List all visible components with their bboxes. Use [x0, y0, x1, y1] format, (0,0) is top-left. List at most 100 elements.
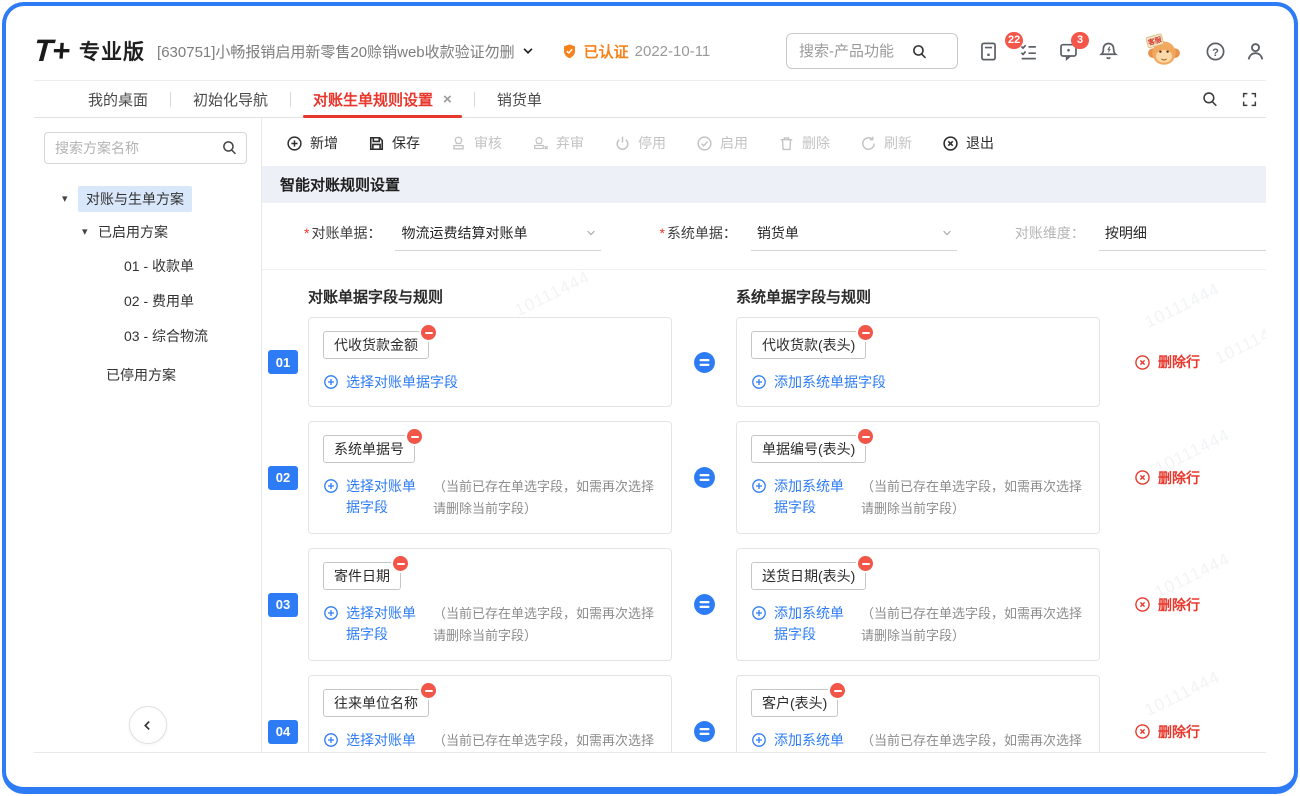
field-reconcile-doc: 对账单据： 物流运费结算对账单 — [304, 223, 601, 251]
action-toolbar: 新增 保存 审核 弃审 停用 — [262, 118, 1266, 166]
tab-my-desktop[interactable]: 我的桌面 — [84, 81, 152, 117]
scheme-search-input[interactable] — [44, 132, 247, 164]
remove-field-icon[interactable] — [419, 681, 438, 700]
field-tag: 客户(表头) — [751, 689, 838, 717]
tab-sales-order[interactable]: 销货单 — [493, 81, 546, 117]
tree-node-scheme-01[interactable]: 01 - 收款单 — [44, 248, 247, 283]
search-icon[interactable] — [221, 139, 238, 156]
field-tag: 代收货款(表头) — [751, 331, 866, 359]
certified-date: 2022-10-11 — [635, 43, 711, 60]
caret-down-icon[interactable]: ▾ — [62, 192, 78, 205]
delete-row-button[interactable]: 删除行 — [1110, 468, 1266, 488]
product-search-input[interactable] — [797, 42, 911, 61]
help-button[interactable]: ? — [1205, 41, 1226, 62]
tab-reconcile-rule-active[interactable]: 对账生单规则设置 × — [309, 81, 456, 117]
remove-field-icon[interactable] — [405, 427, 424, 446]
exit-button[interactable]: 退出 — [942, 133, 994, 153]
tree-node-label: 02 - 费用单 — [124, 291, 194, 311]
unaudit-button[interactable]: 弃审 — [532, 133, 584, 153]
field-tag-label: 代收货款(表头) — [762, 337, 855, 353]
close-circle-icon — [1134, 596, 1151, 613]
add-button[interactable]: 新增 — [286, 133, 338, 153]
notification-button[interactable] — [1098, 41, 1119, 62]
select-reconcile-field-link[interactable]: 选择对账单据字段 — [323, 603, 420, 645]
tab-init-nav[interactable]: 初始化导航 — [189, 81, 272, 117]
equals-match-icon — [682, 720, 726, 743]
add-system-field-link[interactable]: 添加系统单据字段 — [751, 730, 848, 752]
todo-list-button[interactable]: 22 — [1018, 41, 1039, 62]
refresh-button[interactable]: 刷新 — [860, 133, 912, 153]
certified-label: 已认证 — [584, 41, 629, 62]
field-label: 对账单据： — [304, 223, 381, 243]
field-label-text: 对账单据 — [311, 225, 367, 241]
add-link-label: 添加系统单据字段 — [774, 476, 848, 518]
remove-field-icon[interactable] — [828, 681, 847, 700]
pos-device-button[interactable] — [978, 41, 999, 62]
customer-service-mascot[interactable]: 客服 — [1142, 33, 1186, 69]
field-tag-label: 寄件日期 — [334, 568, 390, 584]
plus-circle-icon — [286, 135, 303, 152]
tree-node-disabled-group[interactable]: 已停用方案 — [44, 357, 247, 392]
tree-node-scheme-02[interactable]: 02 - 费用单 — [44, 283, 247, 318]
audit-button[interactable]: 审核 — [450, 133, 502, 153]
remove-field-icon[interactable] — [856, 427, 875, 446]
delete-row-label: 删除行 — [1158, 352, 1200, 372]
rules-area: 10111444 10111444 10111444 10111444 1011… — [262, 270, 1266, 752]
scheme-sidebar: ▾ 对账与生单方案 ▾ 已启用方案 01 - 收款单 02 - 费用单 03 -… — [34, 118, 262, 752]
select-reconcile-field-link[interactable]: 选择对账单据字段 — [323, 476, 420, 518]
tree-node-label: 03 - 综合物流 — [124, 326, 208, 346]
tree-node-enabled-group[interactable]: ▾ 已启用方案 — [44, 215, 247, 248]
tab-search-icon[interactable] — [1201, 90, 1219, 108]
tree-node-label: 01 - 收款单 — [124, 256, 194, 276]
delete-row-button[interactable]: 删除行 — [1110, 352, 1266, 372]
reconcile-doc-select[interactable]: 物流运费结算对账单 — [395, 223, 601, 251]
chevron-down-icon — [941, 227, 953, 239]
caret-down-icon[interactable]: ▾ — [82, 225, 98, 238]
system-doc-select[interactable]: 销货单 — [751, 223, 957, 251]
close-circle-icon — [1134, 469, 1151, 486]
delete-row-button[interactable]: 删除行 — [1110, 595, 1266, 615]
field-label-text: 系统单据 — [667, 225, 723, 241]
message-count-badge: 3 — [1071, 32, 1089, 49]
scheme-search-box[interactable] — [44, 132, 247, 164]
tab-close-icon[interactable]: × — [443, 91, 452, 108]
select-reconcile-field-link[interactable]: 选择对账单据字段 — [323, 372, 458, 393]
field-tag: 系统单据号 — [323, 435, 415, 463]
delete-row-button[interactable]: 删除行 — [1110, 722, 1266, 742]
remove-field-icon[interactable] — [419, 323, 438, 342]
scheme-tree: ▾ 对账与生单方案 ▾ 已启用方案 01 - 收款单 02 - 费用单 03 -… — [44, 182, 247, 392]
user-profile-button[interactable] — [1245, 41, 1266, 62]
select-reconcile-field-link[interactable]: 选择对账单据字段 — [323, 730, 420, 752]
disable-button[interactable]: 停用 — [614, 133, 666, 153]
fullscreen-icon[interactable] — [1241, 91, 1258, 108]
button-label: 审核 — [474, 133, 502, 153]
tab-label: 销货单 — [497, 89, 542, 110]
button-label: 新增 — [310, 133, 338, 153]
account-dropdown-caret[interactable] — [521, 44, 535, 58]
equals-match-icon — [682, 466, 726, 489]
enable-button[interactable]: 启用 — [696, 133, 748, 153]
add-system-field-link[interactable]: 添加系统单据字段 — [751, 603, 848, 645]
add-system-field-link[interactable]: 添加系统单据字段 — [751, 476, 848, 518]
search-icon[interactable] — [911, 43, 928, 60]
sidebar-collapse-button[interactable] — [129, 706, 167, 744]
delete-row-label: 删除行 — [1158, 722, 1200, 742]
field-tag-label: 代收货款金额 — [334, 337, 418, 353]
pos-device-icon — [978, 41, 999, 62]
stamp-icon — [450, 135, 467, 152]
delete-button[interactable]: 删除 — [778, 133, 830, 153]
add-system-field-link[interactable]: 添加系统单据字段 — [751, 372, 886, 393]
save-button[interactable]: 保存 — [368, 133, 420, 153]
remove-field-icon[interactable] — [856, 323, 875, 342]
message-button[interactable]: 3 — [1058, 41, 1079, 62]
tree-node-scheme-03[interactable]: 03 - 综合物流 — [44, 318, 247, 353]
tree-node-root[interactable]: ▾ 对账与生单方案 — [44, 182, 247, 215]
remove-field-icon[interactable] — [856, 554, 875, 573]
reconcile-dimension-select[interactable]: 按明细 — [1099, 223, 1266, 251]
product-search-box[interactable] — [786, 33, 958, 69]
rule-row-01: 01 代收货款金额 选择对账单据字段 — [262, 317, 1266, 407]
stamp-x-icon — [532, 135, 549, 152]
reconcile-field-card: 系统单据号 选择对账单据字段 （当前已存在单选字段，如需再次选择请删除当前字段） — [308, 421, 672, 534]
add-link-label: 选择对账单据字段 — [346, 730, 420, 752]
remove-field-icon[interactable] — [391, 554, 410, 573]
